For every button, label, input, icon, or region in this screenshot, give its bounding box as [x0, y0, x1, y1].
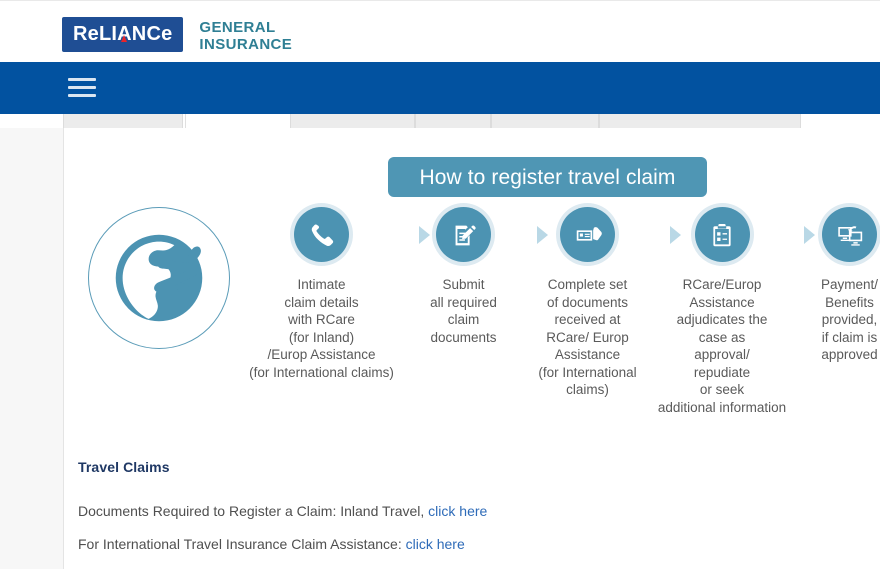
- inland-docs-text: Documents Required to Register a Claim: …: [78, 503, 429, 519]
- phone-icon: [294, 207, 349, 262]
- content-panel: How to register travel claim Intimate cla…: [63, 128, 880, 569]
- travel-claims-heading: Travel Claims: [78, 459, 170, 475]
- tab-item-1[interactable]: [185, 114, 291, 128]
- globe-airplane-icon: [88, 207, 230, 349]
- international-assist-text: For International Travel Insurance Claim…: [78, 536, 406, 552]
- international-assist-line: For International Travel Insurance Claim…: [78, 535, 858, 553]
- section-title-text: How to register travel claim: [419, 165, 676, 189]
- hand-card-icon: [560, 207, 615, 262]
- step-2-label: Submit all required claim documents: [430, 277, 497, 345]
- monitors-transfer-icon: [822, 207, 877, 262]
- hamburger-bar-1: [68, 78, 96, 81]
- tab-item-3[interactable]: [415, 114, 491, 128]
- brand-logo[interactable]: ReLIA NCe GENERAL INSURANCE: [63, 18, 292, 53]
- travel-claims-section: Travel Claims Documents Required to Regi…: [78, 458, 858, 553]
- site-header: ReLIA NCe GENERAL INSURANCE: [0, 0, 880, 63]
- clipboard-checklist-icon: [694, 207, 750, 262]
- tab-item-5[interactable]: [599, 114, 801, 128]
- step-4: RCare/Europ Assistance adjudicates the case…: [642, 207, 802, 416]
- step-2: Submit all required claim documents: [401, 207, 526, 346]
- hamburger-bar-2: [68, 86, 96, 89]
- step-4-label: RCare/Europ Assistance adjudicates the case…: [657, 277, 787, 415]
- step-5-label: Payment/Benefits provided, if claim is appr…: [820, 277, 879, 362]
- logo-red-triangle-icon: [121, 35, 128, 42]
- tagline-line-2: INSURANCE: [199, 36, 293, 53]
- inland-docs-link[interactable]: click here: [428, 503, 487, 519]
- main-navbar: [0, 62, 880, 114]
- step-5: Payment/Benefits provided, if claim is appr…: [792, 207, 880, 364]
- logo-text-pre: ReLI: [73, 23, 118, 45]
- brand-tagline: GENERAL INSURANCE: [199, 18, 292, 53]
- step-1: Intimate claim details with RCare (for Inla…: [229, 207, 414, 381]
- tab-item-0[interactable]: [63, 114, 183, 128]
- document-pen-icon: [436, 207, 491, 262]
- logo-badge: ReLIA NCe: [63, 18, 183, 51]
- inland-docs-line: Documents Required to Register a Claim: …: [78, 502, 858, 520]
- logo-wordmark: ReLIA NCe: [73, 24, 172, 44]
- hamburger-bar-3: [68, 94, 96, 97]
- step-1-label: Intimate claim details with RCare (for Inla…: [249, 277, 394, 380]
- tab-item-4[interactable]: [491, 114, 599, 128]
- step-3-label: Complete set of documents received at RCare…: [538, 277, 637, 397]
- section-title-banner: How to register travel claim: [388, 157, 707, 197]
- step-3: Complete set of documents received at RCare…: [520, 207, 655, 399]
- hamburger-menu-icon[interactable]: [68, 77, 96, 99]
- logo-text-post: NCe: [131, 23, 173, 45]
- tab-strip: [0, 114, 880, 128]
- page-root: ReLIA NCe GENERAL INSURANCE How to regist…: [0, 0, 880, 569]
- international-assist-link[interactable]: click here: [406, 536, 465, 552]
- tab-item-2[interactable]: [290, 114, 415, 128]
- logo-a-mark: A: [117, 24, 132, 44]
- tagline-line-1: GENERAL: [199, 19, 276, 36]
